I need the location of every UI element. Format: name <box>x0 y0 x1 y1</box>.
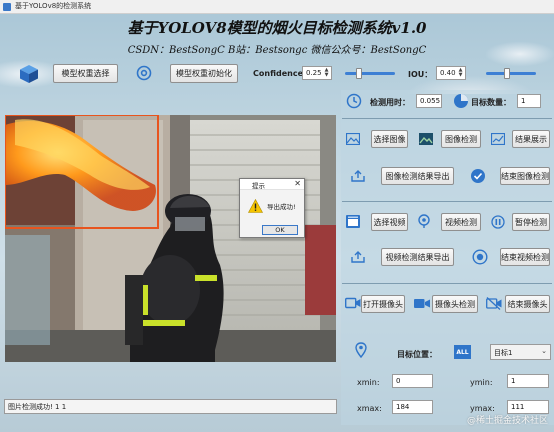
chevron-down-icon[interactable]: ⌄ <box>541 347 547 355</box>
video-camera-icon <box>414 299 430 308</box>
detection-image-view <box>5 115 336 362</box>
confidence-slider[interactable] <box>345 68 395 79</box>
status-bar: 图片检测成功! 1 1 <box>4 399 337 414</box>
model-init-button[interactable]: 模型权重初始化 <box>170 64 238 83</box>
divider <box>342 118 552 119</box>
xmax-label: xmax: <box>357 404 382 413</box>
ymin-label: ymin: <box>470 378 493 387</box>
warning-icon <box>248 199 263 213</box>
pie-chart-icon <box>454 94 468 108</box>
image-detect-button[interactable]: 图像检测 <box>441 130 481 148</box>
xmax-field: 184 <box>392 400 433 414</box>
export-icon <box>351 170 365 182</box>
divider <box>342 201 552 202</box>
app-icon <box>3 3 11 11</box>
stop-circle-icon <box>472 249 488 265</box>
chart-icon <box>491 133 505 145</box>
clock-icon <box>346 93 362 109</box>
all-badge: ALL <box>454 345 471 359</box>
confidence-slider-handle[interactable] <box>356 68 362 79</box>
window-titlebar: 基于YOLOv8的检测系统 <box>0 0 554 14</box>
ymax-field: 111 <box>507 400 549 414</box>
end-video-detect-button[interactable]: 结束视频检测 <box>500 248 550 266</box>
export-icon <box>351 251 365 263</box>
location-icon <box>355 342 367 358</box>
dialog-message: 导出成功! <box>267 203 296 211</box>
pause-icon <box>491 215 505 229</box>
close-icon[interactable]: ✕ <box>294 179 301 188</box>
watermark: @稀土掘金技术社区 <box>466 416 548 426</box>
iou-slider-handle[interactable] <box>503 68 510 79</box>
camera-icon <box>345 297 361 309</box>
location-pin-icon <box>418 214 430 228</box>
model-select-button[interactable]: 模型权重选择 <box>53 64 118 83</box>
end-camera-button[interactable]: 结束摄像头 <box>505 295 550 313</box>
iou-slider[interactable] <box>486 68 536 79</box>
video-detect-button[interactable]: 视频检测 <box>441 213 481 231</box>
select-image-button[interactable]: 选择图像 <box>371 130 408 148</box>
xmin-field: 0 <box>392 374 433 388</box>
export-image-result-button[interactable]: 图像检测结果导出 <box>381 167 454 185</box>
detection-image <box>5 115 336 362</box>
image-detect-icon <box>419 133 433 145</box>
window-title: 基于YOLOv8的检测系统 <box>15 2 92 10</box>
dialog-titlebar: 提示 ✕ <box>240 179 304 190</box>
image-icon <box>346 133 360 145</box>
iou-label: IOU： <box>408 70 433 79</box>
select-video-button[interactable]: 选择视频 <box>371 213 408 231</box>
iou-value: 0.40 <box>440 69 456 77</box>
divider <box>342 283 552 284</box>
video-file-icon <box>346 215 360 228</box>
end-image-detect-button[interactable]: 结束图像检测 <box>500 167 550 185</box>
detection-time-value: 0.055 <box>416 94 442 108</box>
target-select-value: 目标1 <box>494 349 513 357</box>
spin-arrows-icon[interactable]: ▲ ▼ <box>323 68 330 78</box>
check-circle-icon <box>471 169 485 183</box>
iou-spinbox[interactable]: 0.40 ▲ ▼ <box>436 66 466 80</box>
pause-detect-button[interactable]: 暂停检测 <box>512 213 550 231</box>
export-video-result-button[interactable]: 视频检测结果导出 <box>381 248 454 266</box>
xmin-label: xmin: <box>357 378 380 387</box>
settings-icon <box>136 65 152 81</box>
page-subtitle: CSDN：BestSongC B站：Bestsongc 微信公众号：BestSo… <box>127 45 427 56</box>
show-result-button[interactable]: 结果展示 <box>512 130 550 148</box>
target-position-label: 目标位置： <box>397 350 437 359</box>
camera-detect-button[interactable]: 摄像头检测 <box>432 295 478 313</box>
detection-time-label: 检测用时： <box>370 98 410 107</box>
target-select[interactable]: 目标1 ⌄ <box>490 344 551 360</box>
target-count-label: 目标数量： <box>471 98 511 107</box>
confidence-value: 0.25 <box>306 69 322 77</box>
ymax-label: ymax: <box>470 404 495 413</box>
camera-off-icon <box>486 297 502 310</box>
confidence-spinbox[interactable]: 0.25 ▲ ▼ <box>302 66 332 80</box>
target-count-value: 1 <box>517 94 541 108</box>
cube-icon <box>20 65 38 83</box>
confidence-label: Confidence: <box>253 69 307 78</box>
ymin-field: 1 <box>507 374 549 388</box>
dialog-title: 提示 <box>252 182 265 190</box>
spin-arrows-icon[interactable]: ▲ ▼ <box>457 68 464 78</box>
message-dialog: 提示 ✕ 导出成功! OK <box>239 178 305 238</box>
open-camera-button[interactable]: 打开摄像头 <box>361 295 405 313</box>
page-title: 基于YOLOV8模型的烟火目标检测系统v1.0 <box>127 19 427 37</box>
ok-button[interactable]: OK <box>262 225 298 235</box>
